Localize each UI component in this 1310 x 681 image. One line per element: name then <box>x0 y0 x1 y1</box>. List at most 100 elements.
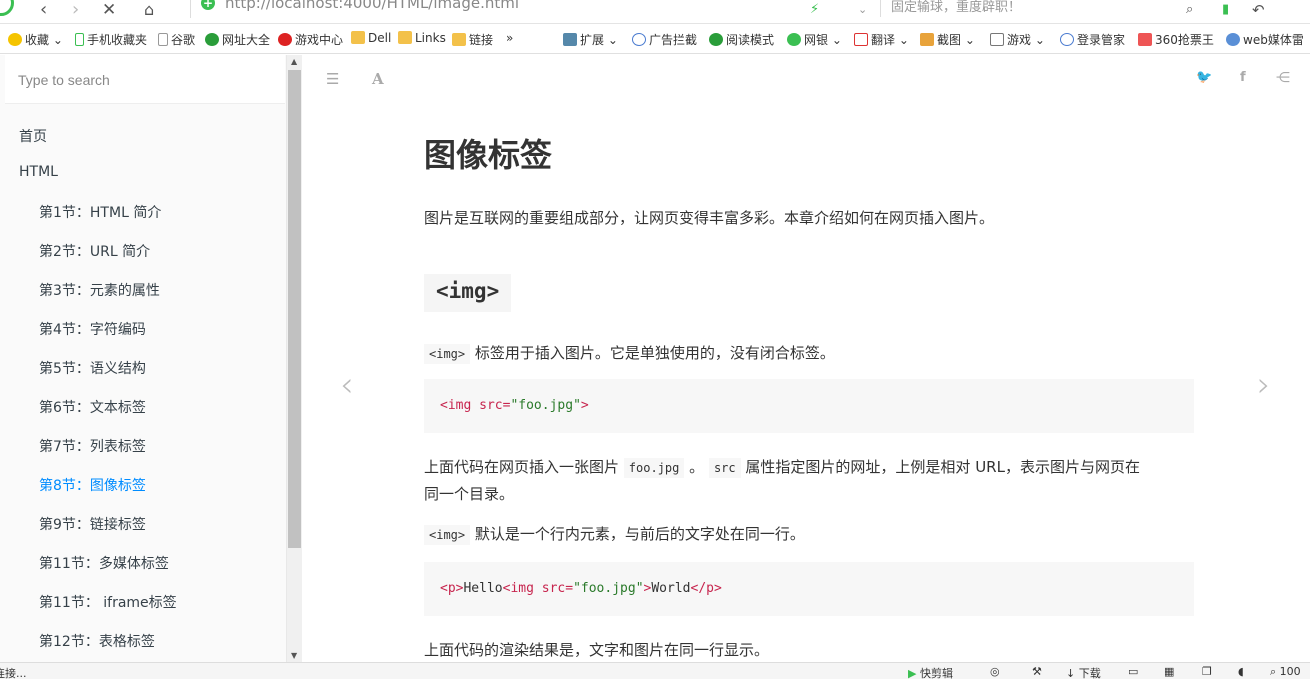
bookmark-mobile[interactable]: 手机收藏夹 <box>75 31 147 48</box>
restore-icon[interactable]: ❐ <box>1202 665 1212 678</box>
sidebar-item-section-2[interactable]: 第2节：URL 简介 <box>39 241 150 261</box>
book-body: ☰ A 🐦 f ⋲ ‹ › 图像标签 图片是互联网的重要组成部分，让网页变得丰富… <box>302 55 1310 662</box>
scroll-thumb[interactable] <box>288 70 301 548</box>
sidebar-item-section-3[interactable]: 第3节：元素的属性 <box>39 280 160 300</box>
search-icon[interactable]: ⌕ <box>1186 1 1193 19</box>
facebook-icon[interactable]: f <box>1240 70 1246 85</box>
prev-page-icon[interactable]: ‹ <box>340 365 354 405</box>
paragraph-text: 属性指定图片的网址，上例是相对 URL，表示图片与网页在 <box>745 458 1140 476</box>
code-token: </p> <box>690 581 722 596</box>
sidebar-item-section-8[interactable]: 第8节：图像标签 <box>39 475 146 495</box>
sidebar-item-section-1[interactable]: 第1节：HTML 简介 <box>39 202 161 222</box>
key-icon <box>1060 33 1074 46</box>
game-center-icon <box>278 33 292 46</box>
secure-icon: + <box>201 0 215 10</box>
code-token: Hello <box>463 581 503 596</box>
bookmark-hao[interactable]: 网址大全 <box>205 31 270 48</box>
stop-icon[interactable]: ✕ <box>102 1 116 19</box>
star-icon <box>8 33 22 46</box>
sidebar-item-section-12[interactable]: 第12节：表格标签 <box>39 631 155 651</box>
sidebar-item-section-11-iframe[interactable]: 第11节： iframe标签 <box>39 592 177 612</box>
more-bookmarks[interactable]: » <box>506 31 513 45</box>
forward-icon[interactable]: › <box>72 1 79 19</box>
page-title: 图像标签 <box>424 136 553 174</box>
volume-icon[interactable]: ◖ <box>1238 665 1244 678</box>
code-token: <img <box>502 581 542 596</box>
browser-toolbar: ‹ › ✕ ⌂ + http://localhost:4000/HTML/ima… <box>0 0 1310 24</box>
adblock-button[interactable]: 广告拦截 <box>632 31 697 48</box>
sidebar-search <box>5 55 285 104</box>
paragraph-src: 上面代码在网页插入一张图片 foo.jpg 。 src 属性指定图片的网址，上例… <box>424 454 1140 481</box>
translate-menu[interactable]: 翻译 ⌄ <box>854 31 909 48</box>
games-menu[interactable]: 游戏 ⌄ <box>990 31 1045 48</box>
page-icon <box>158 33 168 46</box>
zoom-icon: ⌕ <box>1270 665 1277 678</box>
sidebar-item-section-5[interactable]: 第5节：语义结构 <box>39 358 146 378</box>
code-token: World <box>651 581 691 596</box>
ticket-button[interactable]: 360抢票王 <box>1138 31 1214 48</box>
sidebar-item-section-11-media[interactable]: 第11节：多媒体标签 <box>39 553 169 573</box>
browser-search[interactable]: 固定输球，重度辟职！ <box>880 0 1200 17</box>
reader-icon <box>709 33 723 46</box>
share-icon[interactable]: ⋲ <box>1276 70 1290 86</box>
inline-code: <img> <box>424 344 471 364</box>
tools-icon[interactable]: ⚒ <box>1032 665 1042 678</box>
web-media-button[interactable]: web媒体雷 <box>1226 31 1304 48</box>
folder-icon <box>452 33 466 46</box>
bookmark-lianjie[interactable]: 链接 <box>452 31 493 48</box>
battery-icon[interactable]: ▮ <box>1222 1 1229 19</box>
code-token: src= <box>479 398 511 413</box>
scroll-up-icon[interactable]: ▲ <box>291 57 297 66</box>
url-text: http://localhost:4000/HTML/image.html <box>225 0 520 12</box>
speed-icon[interactable]: ◎ <box>990 665 1000 678</box>
sidebar-item-section-4[interactable]: 第4节：字符编码 <box>39 319 146 339</box>
bookmark-google[interactable]: 谷歌 <box>158 31 195 48</box>
font-settings-icon[interactable]: A <box>372 70 384 88</box>
bookmark-favorites[interactable]: 收藏 ⌄ <box>8 31 63 48</box>
zoom-control[interactable]: ⌕ 100 <box>1270 665 1301 679</box>
home-icon[interactable]: ⌂ <box>144 1 154 19</box>
menu-icon[interactable]: ☰ <box>326 70 339 88</box>
code-block-2: <p>Hello<img src="foo.jpg">World</p> <box>424 562 1194 616</box>
login-manager-button[interactable]: 登录管家 <box>1060 31 1125 48</box>
sidebar-item-section-9[interactable]: 第9节：链接标签 <box>39 514 146 534</box>
screenshot-menu[interactable]: 截图 ⌄ <box>920 31 975 48</box>
paragraph-inline: <img> 默认是一个行内元素，与前后的文字处在同一行。 <box>424 521 805 548</box>
paragraph-img-tag: <img> 标签用于插入图片。它是单独使用的，没有闭合标签。 <box>424 340 835 367</box>
folder-icon <box>351 31 365 44</box>
sidebar-item-home[interactable]: 首页 <box>19 126 47 146</box>
search-input[interactable] <box>5 55 285 104</box>
bookmark-dell[interactable]: Dell <box>351 31 391 45</box>
sidebar-item-section-6[interactable]: 第6节：文本标签 <box>39 397 146 417</box>
play-icon: ▶ <box>908 667 917 680</box>
intro-paragraph: 图片是互联网的重要组成部分，让网页变得丰富多彩。本章介绍如何在网页插入图片。 <box>424 209 995 227</box>
code-token: "foo.jpg" <box>510 398 581 413</box>
inline-code: src <box>708 458 741 478</box>
extensions-menu[interactable]: 扩展 ⌄ <box>563 31 618 48</box>
twitter-icon[interactable]: 🐦 <box>1196 70 1212 85</box>
address-bar[interactable]: + http://localhost:4000/HTML/image.html <box>190 0 850 18</box>
paragraph-text: 上面代码在网页插入一张图片 <box>424 458 620 476</box>
paragraph-src-cont: 同一个目录。 <box>424 485 515 503</box>
paragraph-render: 上面代码的渲染结果是，文字和图片在同一行显示。 <box>424 641 770 659</box>
paragraph-text: 默认是一个行内元素，与前后的文字处在同一行。 <box>474 525 805 543</box>
reader-mode-button[interactable]: 阅读模式 <box>709 31 774 48</box>
book-sidebar: 首页 HTML 第1节：HTML 简介 第2节：URL 简介 第3节：元素的属性… <box>0 55 287 662</box>
sidebar-item-section-7[interactable]: 第7节：列表标签 <box>39 436 146 456</box>
back-icon[interactable]: ‹ <box>40 1 47 19</box>
bookmark-links[interactable]: Links <box>398 31 446 45</box>
sidebar-item-html[interactable]: HTML <box>19 164 58 180</box>
adblock-icon <box>632 33 646 46</box>
code-token: <p> <box>440 581 464 596</box>
window-icon[interactable]: ▭ <box>1128 665 1138 678</box>
undo-icon[interactable]: ↶ <box>1252 1 1265 19</box>
ticket-icon <box>1138 33 1152 46</box>
bookmark-games[interactable]: 游戏中心 <box>278 31 343 48</box>
next-page-icon[interactable]: › <box>1257 365 1271 405</box>
scroll-down-icon[interactable]: ▼ <box>291 651 297 660</box>
dropdown-icon[interactable]: ⌄ <box>858 1 867 19</box>
sidebar-scrollbar[interactable]: ▲ ▼ <box>287 55 302 662</box>
speed-icon[interactable]: ⚡ <box>810 1 819 19</box>
layout-icon[interactable]: ▦ <box>1164 665 1174 678</box>
bank-menu[interactable]: 网银 ⌄ <box>787 31 842 48</box>
